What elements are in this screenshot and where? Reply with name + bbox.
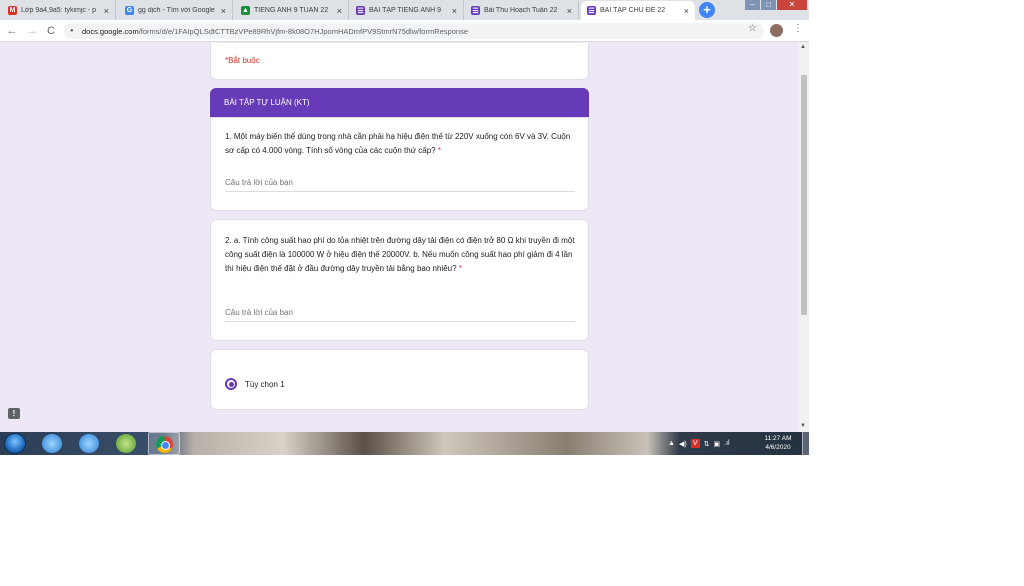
profile-avatar[interactable] [770, 24, 783, 37]
close-window-button[interactable]: ✕ [777, 0, 807, 10]
tab-forms-harvest[interactable]: ☰ Bài Thu Hoạch Tuần 22 × [465, 1, 579, 20]
app-icon[interactable] [116, 434, 136, 453]
screen: M Lớp 9a4,9a5: tykimjc - p × G gg dịch -… [0, 0, 809, 455]
scroll-thumb[interactable] [801, 75, 807, 315]
browser-toolbar: ← → C ● docs.google.com/forms/d/e/1FAIpQ… [0, 20, 809, 42]
forward-icon[interactable]: → [25, 23, 39, 39]
tab-label: TIẾNG ANH 9 TUẦN 22 [254, 7, 329, 14]
clock-date: 4/6/2020 [765, 444, 791, 451]
forms-icon: ☰ [356, 6, 365, 15]
tab-strip: M Lớp 9a4,9a5: tykimjc - p × G gg dịch -… [0, 0, 809, 20]
display-icon[interactable]: ▣ [714, 440, 721, 448]
question-card-2: 2. a. Tính công suất hao phí do tỏa nhiệ… [210, 219, 589, 341]
forms-icon: ☰ [471, 6, 480, 15]
tab-forms-topic-active[interactable]: ☰ BÀI TẬP CHỦ ĐỀ 22 × [581, 1, 695, 20]
reload-icon[interactable]: C [44, 23, 58, 39]
radio-label: Tùy chọn 1 [245, 379, 285, 389]
scroll-down-icon[interactable]: ▼ [800, 423, 806, 429]
tab-label: BÀI TẬP CHỦ ĐỀ 22 [600, 7, 666, 14]
close-icon[interactable]: × [337, 6, 342, 16]
lock-icon: ● [70, 28, 74, 34]
option-card: Tùy chọn 1 [210, 349, 589, 410]
tab-gmail[interactable]: M Lớp 9a4,9a5: tykimjc - p × [2, 1, 116, 20]
chrome-taskbar-button[interactable] [148, 432, 180, 455]
section-title: BÀI TẬP TỰ LUẬN (KT) [210, 88, 589, 117]
close-icon[interactable]: × [452, 6, 457, 16]
minimize-button[interactable]: – [745, 0, 760, 10]
google-icon: G [125, 6, 134, 15]
clock-time: 11:27 AM [764, 435, 792, 442]
tab-forms-english[interactable]: ☰ BÀI TẬP TIẾNG ANH 9 × [350, 1, 464, 20]
tab-label: Bài Thu Hoạch Tuần 22 [484, 7, 558, 14]
internet-explorer-icon[interactable] [79, 434, 99, 453]
close-icon[interactable]: × [104, 6, 109, 16]
windows-start-icon[interactable] [4, 433, 26, 454]
radio-option[interactable]: Tùy chọn 1 [225, 378, 285, 390]
scrollbar[interactable]: ▲ ▼ [799, 43, 809, 432]
close-icon[interactable]: × [684, 6, 689, 16]
tab-label: BÀI TẬP TIẾNG ANH 9 [369, 7, 441, 14]
gmail-icon: M [8, 6, 17, 15]
tab-classroom[interactable]: ▲ TIẾNG ANH 9 TUẦN 22 × [235, 1, 349, 20]
forms-icon: ☰ [587, 6, 596, 15]
close-icon[interactable]: × [567, 6, 572, 16]
scroll-up-icon[interactable]: ▲ [800, 44, 806, 50]
windows-taskbar: ▲ ◀) V ⇅ ▣ .ıl 11:27 AM 4/6/2020 [0, 432, 809, 455]
url-host: docs.google.com [82, 26, 139, 36]
address-bar[interactable]: ● docs.google.com/forms/d/e/1FAIpQLSdtCT… [64, 23, 764, 39]
system-tray: ▲ ◀) V ⇅ ▣ .ıl [668, 432, 730, 455]
required-asterisk: * [437, 146, 441, 155]
question-text: 1. Một máy biến thế dùng trong nhà cần p… [225, 132, 571, 155]
tab-label: gg dịch - Tìm với Google [138, 7, 215, 14]
bookmark-star-icon[interactable]: ☆ [748, 23, 757, 34]
menu-icon[interactable]: ⋮ [793, 23, 803, 34]
question-text: 2. a. Tính công suất hao phí do tỏa nhiệ… [225, 236, 575, 273]
form-header-card: *Bắt buộc [210, 43, 589, 80]
maximize-button[interactable]: □ [761, 0, 776, 10]
tab-label: Lớp 9a4,9a5: tykimjc - p [21, 7, 97, 14]
signal-icon[interactable]: .ıl [724, 440, 729, 447]
radio-button-selected[interactable] [225, 378, 237, 390]
new-tab-button[interactable]: + [699, 2, 715, 18]
feedback-icon[interactable]: ! [8, 408, 20, 419]
taskbar-clock[interactable]: 11:27 AM 4/6/2020 [756, 434, 800, 452]
tray-expand-icon[interactable]: ▲ [668, 440, 675, 447]
question-card-1: 1. Một máy biến thế dùng trong nhà cần p… [210, 117, 589, 211]
url-path: /forms/d/e/1FAIpQLSdtCTTBzVPe89RhVjfm-8k… [138, 26, 468, 36]
answer-input-2[interactable]: Câu trả lời của bạn [225, 308, 575, 322]
back-icon[interactable]: ← [5, 23, 19, 39]
network-icon[interactable]: ⇅ [704, 440, 710, 448]
required-note: *Bắt buộc [225, 56, 260, 65]
classroom-icon: ▲ [241, 6, 250, 15]
internet-explorer-icon[interactable] [42, 434, 62, 453]
tab-google-search[interactable]: G gg dịch - Tìm với Google × [119, 1, 233, 20]
form-page: *Bắt buộc BÀI TẬP TỰ LUẬN (KT) 1. Một má… [0, 43, 799, 432]
answer-input-1[interactable]: Câu trả lời của bạn [225, 178, 575, 192]
close-icon[interactable]: × [221, 6, 226, 16]
chrome-icon [156, 436, 173, 453]
required-asterisk: * [458, 264, 462, 273]
show-desktop-button[interactable] [802, 432, 809, 455]
volume-icon[interactable]: ◀) [679, 440, 687, 448]
antivirus-icon[interactable]: V [690, 439, 700, 448]
